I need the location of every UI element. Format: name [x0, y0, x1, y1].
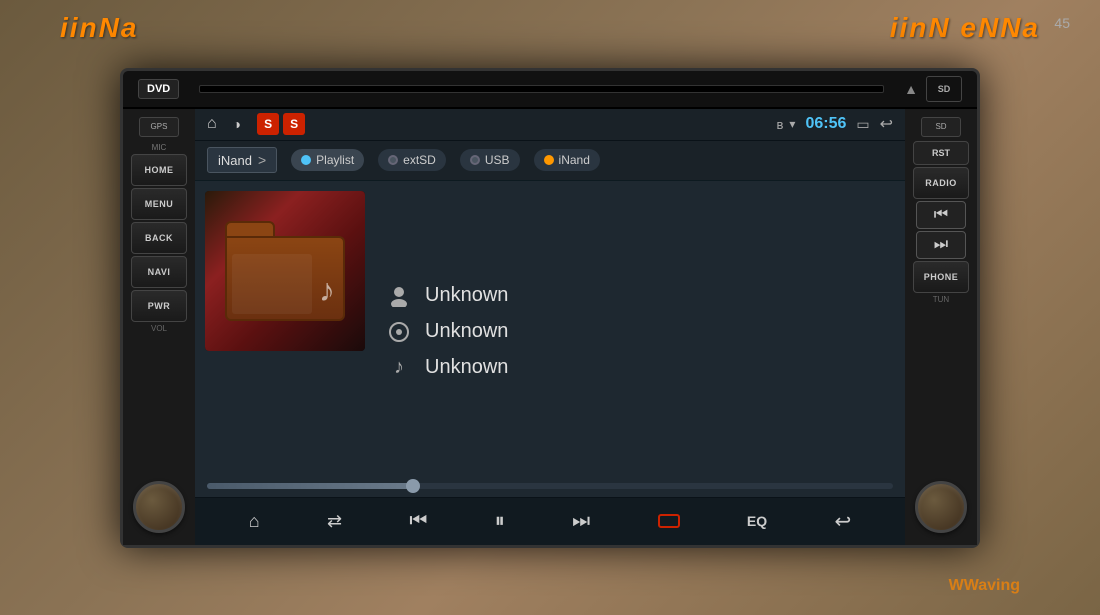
brand-top-left: iinNa — [60, 12, 138, 44]
status-right: ʙ ▾ 06:56 ▭ ↩ — [777, 114, 894, 134]
dvd-slot — [199, 85, 884, 93]
screen-mirror-icon: ▭ — [856, 116, 869, 133]
volume-knob[interactable] — [133, 481, 185, 533]
playlist-dot — [301, 155, 311, 165]
home-button[interactable]: HOME — [131, 154, 187, 186]
top-strip: DVD ▲ SD — [123, 71, 977, 109]
eject-button[interactable]: ▲ — [904, 81, 918, 97]
progress-section — [195, 483, 905, 497]
tuning-knob[interactable] — [915, 481, 967, 533]
progress-bar[interactable] — [207, 483, 893, 489]
navi-button[interactable]: NAVI — [131, 256, 187, 288]
ss-icon-2[interactable]: S — [283, 113, 305, 135]
current-source-label[interactable]: iNand > — [207, 147, 277, 173]
source-tab-playlist-label: Playlist — [316, 153, 354, 167]
tun-label: TUN — [933, 295, 949, 304]
corner-label: 45 — [1054, 15, 1070, 31]
progress-fill — [207, 483, 413, 489]
car-unit: DVD ▲ SD GPS MIC HOME MENU BACK NAVI PWR… — [120, 68, 980, 548]
main-body: GPS MIC HOME MENU BACK NAVI PWR VOL ⌂ ◑ … — [123, 109, 977, 545]
title-icon: ♪ — [385, 354, 413, 382]
artist-label: Unknown — [425, 284, 508, 307]
control-bar: ⌂ ⇄ ⏮ ⏸ ⏭ EQ ↩ — [195, 497, 905, 545]
folder-music-note: ♪ — [319, 272, 335, 309]
rst-button[interactable]: RST — [913, 141, 969, 165]
screen-area: ⌂ ◑ S S ʙ ▾ 06:56 ▭ ↩ — [195, 109, 905, 545]
source-tab-extsd-label: extSD — [403, 153, 436, 167]
album-label: Unknown — [425, 320, 508, 343]
dvd-label: DVD — [138, 79, 179, 99]
source-tab-inand[interactable]: iNand — [534, 149, 600, 171]
title-label: Unknown — [425, 356, 508, 379]
outer-background: iinNa iinN eNNa 45 DVD ▲ SD GPS MIC HOME… — [0, 0, 1100, 615]
usb-dot — [470, 155, 480, 165]
source-tab-playlist[interactable]: Playlist — [291, 149, 364, 171]
source-arrow: > — [258, 152, 266, 168]
source-name: iNand — [218, 153, 252, 168]
folder-icon-art: ♪ — [225, 221, 345, 321]
brand-bottom-right: WWaving — [949, 577, 1020, 595]
ss-icons: S S — [257, 113, 305, 135]
status-bar: ⌂ ◑ S S ʙ ▾ 06:56 ▭ ↩ — [195, 109, 905, 141]
source-tab-usb[interactable]: USB — [460, 149, 520, 171]
back-button[interactable]: BACK — [131, 222, 187, 254]
play-pause-button[interactable]: ⏸ — [487, 506, 513, 537]
menu-button[interactable]: MENU — [131, 188, 187, 220]
status-time: 06:56 — [805, 115, 846, 133]
source-tab-inand-label: iNand — [559, 153, 590, 167]
pwr-button[interactable]: PWR — [131, 290, 187, 322]
stop-button[interactable] — [650, 509, 688, 533]
vol-label: VOL — [151, 324, 167, 333]
next-button[interactable]: ⏭ — [564, 506, 598, 537]
home-icon[interactable]: ⌂ — [207, 115, 217, 133]
status-icons-right: ʙ ▾ — [777, 117, 796, 132]
folder-reflection — [232, 254, 312, 314]
bluetooth-icon: ʙ — [777, 117, 784, 132]
eq-button[interactable]: EQ — [739, 509, 775, 533]
right-panel: SD RST RADIO ⏮ ⏭ PHONE TUN — [905, 109, 977, 545]
home-control-button[interactable]: ⌂ — [241, 507, 268, 536]
source-bar: iNand > Playlist extSD — [195, 141, 905, 181]
skip-forward-button[interactable]: ⏭ — [916, 231, 966, 259]
sd-slot-top: SD — [926, 76, 962, 102]
folder-body: ♪ — [225, 236, 345, 321]
inand-dot — [544, 155, 554, 165]
music-content: iNand > Playlist extSD — [195, 141, 905, 545]
track-info: Unknown Unknown ♪ — [385, 191, 895, 473]
wifi-icon: ▾ — [789, 117, 795, 131]
control-back-button[interactable]: ↩ — [827, 505, 860, 538]
skip-back-button[interactable]: ⏮ — [916, 201, 966, 229]
source-tab-usb-label: USB — [485, 153, 510, 167]
source-tab-extsd[interactable]: extSD — [378, 149, 446, 171]
brightness-icon[interactable]: ◑ — [233, 116, 241, 132]
artist-row: Unknown — [385, 282, 895, 310]
album-art: ♪ — [205, 191, 365, 351]
mic-label: MIC — [152, 143, 167, 152]
album-art-inner: ♪ — [205, 191, 365, 351]
left-panel: GPS MIC HOME MENU BACK NAVI PWR VOL — [123, 109, 195, 545]
sd-button-right: SD — [921, 117, 961, 137]
gps-button[interactable]: GPS — [139, 117, 179, 137]
player-main: ♪ Unknown — [195, 181, 905, 483]
extsd-dot — [388, 155, 398, 165]
phone-button[interactable]: PHONE — [913, 261, 969, 293]
title-row: ♪ Unknown — [385, 354, 895, 382]
album-row: Unknown — [385, 318, 895, 346]
previous-button[interactable]: ⏮ — [401, 506, 435, 537]
shuffle-button[interactable]: ⇄ — [319, 507, 350, 536]
ss-icon-1[interactable]: S — [257, 113, 279, 135]
progress-thumb[interactable] — [406, 479, 420, 493]
album-icon — [385, 318, 413, 346]
radio-button[interactable]: RADIO — [913, 167, 969, 199]
status-back-icon[interactable]: ↩ — [880, 114, 893, 134]
artist-icon — [385, 282, 413, 310]
brand-top-right: iinN eNNa — [890, 12, 1040, 44]
